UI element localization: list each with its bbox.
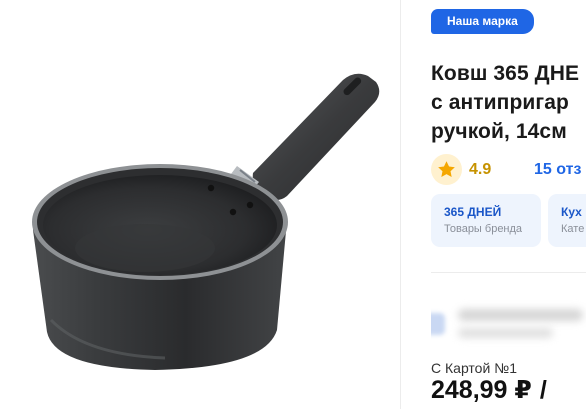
category-chip-title: Кух xyxy=(561,205,582,219)
brand-chip-title: 365 ДНЕЙ xyxy=(444,205,502,219)
rating-row: 4.9 15 отз xyxy=(431,152,586,186)
brand-badge[interactable]: Наша марка xyxy=(431,9,534,34)
blurred-icon xyxy=(431,313,445,335)
price-value: 248,99 ₽ xyxy=(431,376,532,404)
product-title-line: Ковш 365 ДНЕ xyxy=(431,62,580,85)
brand-chip[interactable]: 365 ДНЕЙ Товары бренда xyxy=(431,194,541,247)
product-photo-area[interactable] xyxy=(0,0,400,409)
panel-divider xyxy=(400,0,401,409)
product-title: Ковш 365 ДНЕ с антипригар ручкой, 14см xyxy=(431,59,586,146)
price: 248,99 ₽ / xyxy=(431,375,547,405)
price-separator: / xyxy=(539,376,547,404)
rating-star-badge xyxy=(431,154,462,185)
reviews-link[interactable]: 15 отз xyxy=(534,161,581,179)
product-title-line: ручкой, 14см xyxy=(431,120,567,143)
product-title-line: с антипригар xyxy=(431,91,569,114)
blurred-text xyxy=(458,328,553,338)
star-icon xyxy=(438,161,455,178)
loyalty-card-label: С Картой №1 xyxy=(431,360,517,376)
section-divider xyxy=(431,272,586,273)
brand-chip-subtitle: Товары бренда xyxy=(444,223,523,235)
blurred-promo xyxy=(431,295,586,355)
product-info-panel: Наша марка Ковш 365 ДНЕ с антипригар руч… xyxy=(431,0,586,409)
category-chip-subtitle: Кате xyxy=(561,223,585,235)
blurred-text xyxy=(458,309,583,321)
rating-value: 4.9 xyxy=(469,161,492,178)
category-chip[interactable]: Кух Кате xyxy=(548,194,586,247)
product-image-saucepan[interactable] xyxy=(25,70,395,380)
